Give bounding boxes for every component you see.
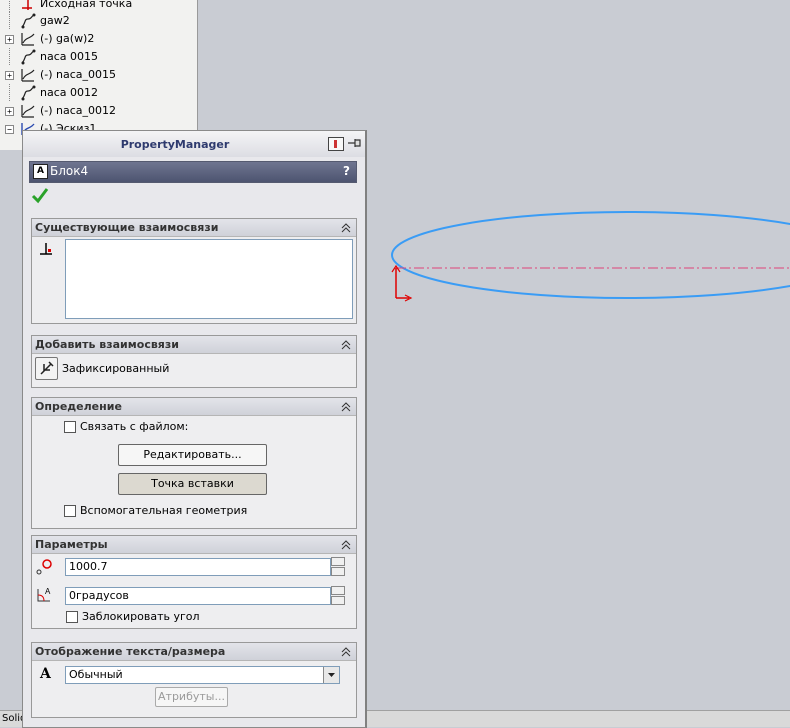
parameters-group: Параметры 1000.7 A 0градусов Заблокирова… bbox=[31, 535, 357, 629]
link-to-file-label: Связать с файлом: bbox=[80, 420, 189, 433]
construction-geometry-label: Вспомогательная геометрия bbox=[80, 504, 248, 517]
tree-item-naca0012[interactable]: naca 0012 bbox=[0, 84, 197, 102]
collapse-chevron-icon[interactable] bbox=[341, 646, 351, 657]
group-header[interactable]: Отображение текста/размера bbox=[32, 643, 356, 661]
angle-spinner[interactable] bbox=[331, 586, 345, 605]
construction-geometry-checkbox[interactable] bbox=[64, 505, 76, 517]
tree-item-label: (-) ga(w)2 bbox=[40, 32, 95, 45]
angle-input[interactable]: 0градусов bbox=[65, 587, 331, 605]
pin-icon[interactable] bbox=[346, 137, 362, 149]
expand-icon[interactable]: + bbox=[5, 107, 14, 116]
scale-spinner[interactable] bbox=[331, 557, 345, 576]
tree-item-label: gaw2 bbox=[40, 14, 70, 27]
tree-item-label: (-) naca_0012 bbox=[40, 104, 117, 117]
lock-angle-label: Заблокировать угол bbox=[82, 610, 200, 623]
text-display-group: Отображение текста/размера A Обычный Атр… bbox=[31, 642, 357, 718]
curve-icon bbox=[21, 49, 36, 65]
sketch-icon bbox=[21, 33, 35, 46]
scale-icon bbox=[36, 559, 52, 575]
group-title: Параметры bbox=[35, 538, 108, 551]
group-header[interactable]: Определение bbox=[32, 398, 356, 416]
font-style-select[interactable]: Обычный bbox=[65, 666, 340, 684]
pm-header: A Блок4 ? bbox=[29, 161, 357, 183]
group-header[interactable]: Добавить взаимосвязи bbox=[32, 336, 356, 354]
add-relations-group: Добавить взаимосвязи Зафиксированный bbox=[31, 335, 357, 388]
group-title: Существующие взаимосвязи bbox=[35, 221, 219, 234]
pm-title: PropertyManager bbox=[120, 138, 230, 151]
sketch-icon bbox=[21, 105, 35, 118]
tree-item-naca0015[interactable]: naca 0015 bbox=[0, 48, 197, 66]
tree-item-gaw-sketch[interactable]: + (-) ga(w)2 bbox=[0, 30, 197, 48]
tree-item-gaw2[interactable]: gaw2 bbox=[0, 12, 197, 30]
help-button[interactable]: ? bbox=[343, 164, 350, 178]
tree-item-label: naca 0015 bbox=[40, 50, 98, 63]
curve-icon bbox=[21, 13, 36, 29]
fix-relation-button[interactable] bbox=[35, 357, 58, 380]
origin-icon bbox=[22, 0, 32, 10]
tree-item-naca0012-sketch[interactable]: + (-) naca_0012 bbox=[0, 102, 197, 120]
pm-titlebar: PropertyManager bbox=[23, 131, 365, 157]
group-title: Добавить взаимосвязи bbox=[35, 338, 179, 351]
curve-icon bbox=[21, 85, 36, 101]
angle-icon: A bbox=[37, 587, 51, 602]
scale-input[interactable]: 1000.7 bbox=[65, 558, 331, 576]
definition-group: Определение Связать с файлом: Редактиров… bbox=[31, 397, 357, 529]
font-style-value: Обычный bbox=[69, 668, 123, 681]
attributes-button[interactable]: Атрибуты... bbox=[155, 687, 228, 707]
block-icon: A bbox=[33, 164, 48, 179]
svg-text:A: A bbox=[45, 587, 51, 596]
chevron-down-icon[interactable] bbox=[323, 667, 339, 683]
block-name: Блок4 bbox=[50, 164, 89, 178]
group-header[interactable]: Существующие взаимосвязи bbox=[32, 219, 356, 237]
relations-list[interactable] bbox=[65, 239, 353, 319]
collapse-panel-icon[interactable] bbox=[328, 137, 344, 151]
existing-relations-group: Существующие взаимосвязи bbox=[31, 218, 357, 324]
group-header[interactable]: Параметры bbox=[32, 536, 356, 554]
insertion-point-button[interactable]: Точка вставки bbox=[118, 473, 267, 495]
relation-icon bbox=[40, 243, 52, 255]
collapse-chevron-icon[interactable] bbox=[341, 339, 351, 350]
property-manager: PropertyManager A Блок4 ? Существующие в… bbox=[22, 130, 367, 728]
lock-angle-checkbox[interactable] bbox=[66, 611, 78, 623]
tree-item-label: naca 0012 bbox=[40, 86, 98, 99]
tree-item-label: Исходная точка bbox=[40, 0, 133, 10]
fix-relation-label: Зафиксированный bbox=[62, 362, 170, 375]
expand-icon[interactable]: + bbox=[5, 35, 14, 44]
link-to-file-checkbox[interactable] bbox=[64, 421, 76, 433]
edit-button[interactable]: Редактировать... bbox=[118, 444, 267, 466]
ok-checkmark-icon[interactable] bbox=[31, 186, 49, 204]
group-title: Определение bbox=[35, 400, 122, 413]
collapse-chevron-icon[interactable] bbox=[341, 401, 351, 412]
feature-tree[interactable]: Исходная точка gaw2 + (-) ga(w)2 naca 00… bbox=[0, 0, 198, 150]
ellipse-sketch[interactable] bbox=[391, 211, 790, 299]
tree-item-label: (-) naca_0015 bbox=[40, 68, 117, 81]
group-title: Отображение текста/размера bbox=[35, 645, 226, 658]
font-icon: A bbox=[40, 666, 51, 682]
tree-item-naca0015-sketch[interactable]: + (-) naca_0015 bbox=[0, 66, 197, 84]
collapse-chevron-icon[interactable] bbox=[341, 222, 351, 233]
fix-icon bbox=[40, 361, 54, 375]
collapse-chevron-icon[interactable] bbox=[341, 539, 351, 550]
sketch-icon bbox=[21, 69, 35, 82]
expand-icon[interactable]: + bbox=[5, 71, 14, 80]
collapse-icon[interactable]: − bbox=[5, 125, 14, 134]
